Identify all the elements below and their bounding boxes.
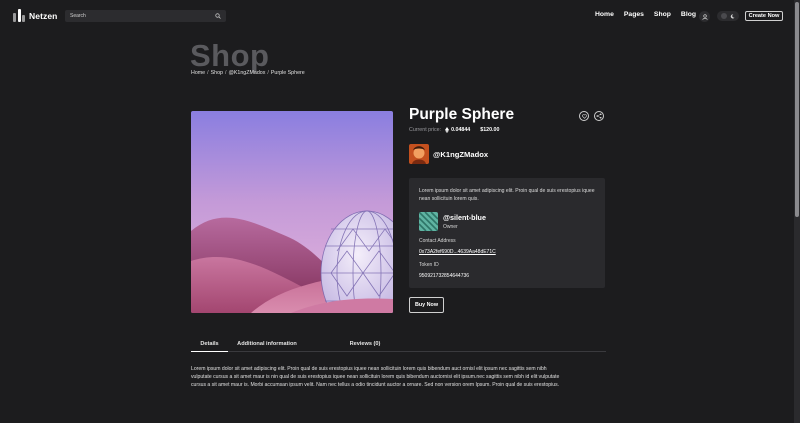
logo-mark-icon: [13, 9, 25, 22]
token-id-label: Token ID: [419, 262, 439, 268]
user-account-button[interactable]: [699, 11, 710, 22]
price-usd: $120.00: [480, 127, 500, 133]
page-title: Shop: [190, 38, 270, 73]
brand-logo[interactable]: Netzen: [13, 9, 57, 22]
ethereum-icon: [445, 127, 450, 133]
nav-home[interactable]: Home: [595, 11, 614, 18]
page-scrollbar[interactable]: [794, 0, 800, 423]
breadcrumb-separator: /: [207, 70, 209, 76]
tab-additional-information[interactable]: Additional information: [228, 335, 306, 352]
favorite-button[interactable]: [579, 111, 589, 121]
breadcrumb: Home / Shop / @K1ngZMadox / Purple Spher…: [191, 70, 305, 76]
search-bar: [65, 10, 226, 22]
nav-pages[interactable]: Pages: [624, 11, 644, 18]
creator-avatar: [419, 211, 438, 231]
share-button[interactable]: [594, 111, 604, 121]
owner-avatar: [409, 144, 429, 164]
details-text: Lorem ipsum dolor sit amet adipiscing el…: [191, 366, 560, 389]
contact-address-link[interactable]: 0x73A2fef690D...4639Aa48dE71C: [419, 249, 496, 255]
token-id-value: 950921732854644736: [419, 273, 470, 279]
contact-address-block: Contact Address 0x73A2fef690D...4639Aa48…: [419, 238, 496, 255]
share-icon: [596, 113, 602, 119]
price-label: Current price:: [409, 127, 442, 133]
creator-role: Owner: [443, 223, 458, 230]
nav-blog[interactable]: Blog: [681, 11, 696, 18]
search-icon[interactable]: [215, 13, 221, 19]
nft-artwork-image: [191, 111, 393, 313]
buy-now-button[interactable]: Buy Now: [409, 297, 444, 313]
brand-name: Netzen: [29, 10, 58, 21]
owner-handle[interactable]: @K1ngZMadox: [433, 150, 488, 159]
heart-icon: [581, 113, 587, 119]
tab-reviews[interactable]: Reviews (0): [340, 335, 390, 352]
theme-toggle[interactable]: [717, 11, 739, 21]
creator-profile[interactable]: @silent-blue Owner: [419, 211, 595, 231]
tab-details[interactable]: Details: [191, 335, 228, 352]
breadcrumb-separator: /: [267, 70, 269, 76]
breadcrumb-home[interactable]: Home: [191, 70, 205, 76]
breadcrumb-current: Purple Sphere: [270, 70, 305, 76]
item-info-card: Lorem ipsum dolor sit amet adipiscing el…: [409, 178, 605, 288]
detail-tabs: Details Additional information Reviews (…: [191, 335, 606, 352]
item-title: Purple Sphere: [409, 106, 515, 123]
price-eth: 0.04844: [451, 127, 471, 133]
sun-icon: [720, 13, 727, 19]
moon-icon: [731, 13, 735, 18]
create-now-button[interactable]: Create Now: [745, 11, 783, 21]
breadcrumb-separator: /: [225, 70, 227, 76]
breadcrumb-shop[interactable]: Shop: [211, 70, 223, 76]
token-id-block: Token ID 950921732854644736: [419, 262, 469, 279]
creator-handle[interactable]: @silent-blue: [443, 213, 486, 222]
scrollbar-thumb[interactable]: [795, 2, 799, 217]
site-header: Netzen Home Pages Shop Blog Create Now: [0, 0, 794, 32]
item-description: Lorem ipsum dolor sit amet adipiscing el…: [419, 188, 595, 203]
breadcrumb-owner[interactable]: @K1ngZMadox: [228, 70, 265, 76]
price-row: Current price: 0.04844 $120.00: [409, 127, 499, 133]
main-nav: Home Pages Shop Blog: [595, 11, 696, 18]
owner-profile[interactable]: @K1ngZMadox: [409, 144, 488, 164]
contact-address-label: Contact Address: [419, 238, 456, 244]
user-icon: [701, 13, 708, 20]
search-input[interactable]: [70, 13, 215, 19]
nav-shop[interactable]: Shop: [654, 11, 671, 18]
